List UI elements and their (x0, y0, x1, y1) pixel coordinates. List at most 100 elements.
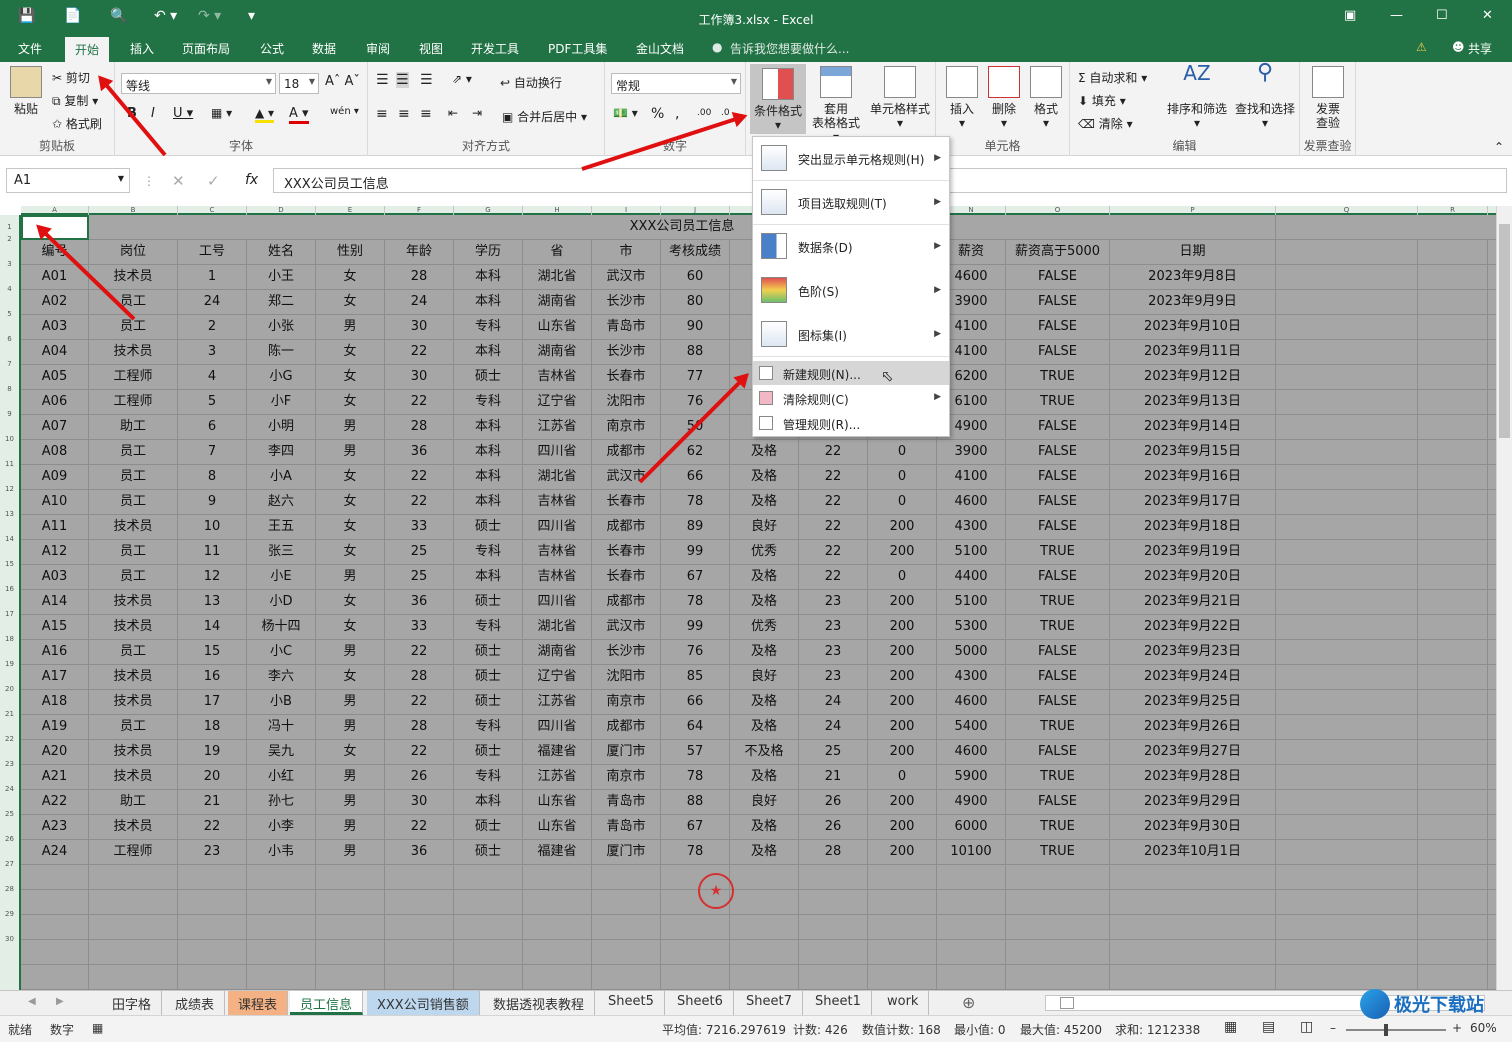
normal-view-icon[interactable]: ▦ (1224, 1019, 1237, 1035)
cell[interactable]: 男 (316, 765, 385, 790)
cell[interactable] (1418, 365, 1488, 390)
cell[interactable] (1276, 815, 1418, 840)
row-header-7[interactable]: 7 (0, 352, 19, 377)
cell[interactable]: 员工 (89, 490, 178, 515)
row-header-9[interactable]: 9 (0, 402, 19, 427)
cell[interactable]: 四川省 (523, 715, 592, 740)
cell[interactable]: 不及格 (730, 740, 799, 765)
cell[interactable]: 200 (868, 540, 937, 565)
cell[interactable]: 200 (868, 790, 937, 815)
cell[interactable]: 成都市 (592, 515, 661, 540)
cell[interactable]: 孙七 (247, 790, 316, 815)
cell[interactable]: 及格 (730, 640, 799, 665)
cell[interactable] (661, 940, 730, 965)
cell[interactable]: 小B (247, 690, 316, 715)
cell[interactable]: 25 (799, 740, 868, 765)
cell[interactable] (799, 865, 868, 890)
cell[interactable]: 女 (316, 290, 385, 315)
cell[interactable]: 5300 (937, 615, 1006, 640)
cell[interactable] (730, 890, 799, 915)
cell[interactable]: TRUE (1006, 390, 1110, 415)
row-header-5[interactable]: 5 (0, 302, 19, 327)
cell[interactable] (21, 865, 89, 890)
cell[interactable]: 长春市 (592, 365, 661, 390)
cell[interactable]: 本科 (454, 565, 523, 590)
cell[interactable]: 24 (799, 715, 868, 740)
cell[interactable]: 0 (868, 490, 937, 515)
insert-cells-button[interactable]: 插入 ▾ (942, 66, 982, 130)
cell[interactable]: FALSE (1006, 490, 1110, 515)
cell[interactable]: FALSE (1006, 790, 1110, 815)
cell[interactable]: 小E (247, 565, 316, 590)
cell[interactable] (1418, 465, 1488, 490)
tab-page-layout[interactable]: 页面布局 (182, 40, 230, 57)
cell[interactable]: A19 (21, 715, 89, 740)
cell[interactable]: 28 (385, 715, 454, 740)
cell[interactable]: 南京市 (592, 765, 661, 790)
cell[interactable]: 及格 (730, 765, 799, 790)
cell[interactable]: 33 (385, 615, 454, 640)
cell[interactable]: 四川省 (523, 440, 592, 465)
cell[interactable]: 76 (661, 640, 730, 665)
merge-center-button[interactable]: ▣ 合并后居中 ▾ (502, 108, 587, 125)
cell[interactable]: FALSE (1006, 340, 1110, 365)
cell[interactable]: 男 (316, 815, 385, 840)
cell[interactable]: 2023年9月11日 (1110, 340, 1276, 365)
cell[interactable]: 64 (661, 715, 730, 740)
cell[interactable]: A21 (21, 765, 89, 790)
row-header-15[interactable]: 15 (0, 552, 19, 577)
cell[interactable]: 硕士 (454, 640, 523, 665)
cell[interactable]: 男 (316, 690, 385, 715)
cell[interactable]: 沈阳市 (592, 390, 661, 415)
cell[interactable]: 专科 (454, 390, 523, 415)
fill-button[interactable]: ⬇ 填充 ▾ (1078, 92, 1126, 109)
cell[interactable] (661, 915, 730, 940)
cell[interactable]: 小张 (247, 315, 316, 340)
cell[interactable]: 22 (799, 540, 868, 565)
menu-color-scales[interactable]: 色阶(S) ▶ (753, 269, 949, 313)
align-right-icon[interactable]: ≡ (420, 106, 432, 122)
cell[interactable]: 11 (178, 540, 247, 565)
cell[interactable]: TRUE (1006, 715, 1110, 740)
tell-me-search[interactable]: 告诉我您想要做什么... (730, 40, 849, 57)
cell[interactable]: TRUE (1006, 615, 1110, 640)
cell[interactable] (21, 915, 89, 940)
cell[interactable] (1418, 390, 1488, 415)
cell[interactable]: 专科 (454, 315, 523, 340)
cell[interactable]: 22 (385, 490, 454, 515)
cell[interactable] (1418, 315, 1488, 340)
cell[interactable]: 王五 (247, 515, 316, 540)
cell[interactable]: 2023年9月30日 (1110, 815, 1276, 840)
cell[interactable] (454, 915, 523, 940)
cell[interactable]: 长沙市 (592, 340, 661, 365)
cell[interactable]: 青岛市 (592, 815, 661, 840)
cell[interactable]: 2023年9月13日 (1110, 390, 1276, 415)
column-header-g[interactable]: G (454, 206, 523, 215)
cell[interactable]: 2023年9月21日 (1110, 590, 1276, 615)
cell[interactable]: 4400 (937, 565, 1006, 590)
italic-button[interactable]: I (151, 106, 155, 121)
cell[interactable]: FALSE (1006, 740, 1110, 765)
cell[interactable]: 小红 (247, 765, 316, 790)
cell[interactable]: 89 (661, 515, 730, 540)
cell[interactable]: 9 (178, 490, 247, 515)
align-middle-icon[interactable]: ☰ (396, 72, 409, 88)
tab-home[interactable]: 开始 (65, 37, 110, 62)
cell[interactable]: 及格 (730, 565, 799, 590)
cell[interactable]: 19 (178, 740, 247, 765)
cell[interactable] (592, 865, 661, 890)
cell[interactable]: 0 (868, 565, 937, 590)
cell[interactable]: 200 (868, 840, 937, 865)
cell[interactable] (247, 965, 316, 990)
cell[interactable]: 郑二 (247, 290, 316, 315)
cell[interactable]: A22 (21, 790, 89, 815)
cell[interactable]: 本科 (454, 440, 523, 465)
menu-icon-sets[interactable]: 图标集(I) ▶ (753, 313, 949, 357)
cell[interactable]: 4600 (937, 690, 1006, 715)
cell[interactable]: 小王 (247, 265, 316, 290)
row-header-23[interactable]: 23 (0, 752, 19, 777)
cell[interactable]: A23 (21, 815, 89, 840)
cell[interactable]: 57 (661, 740, 730, 765)
cell[interactable]: 冯十 (247, 715, 316, 740)
underline-button[interactable]: U ▾ (173, 106, 193, 121)
